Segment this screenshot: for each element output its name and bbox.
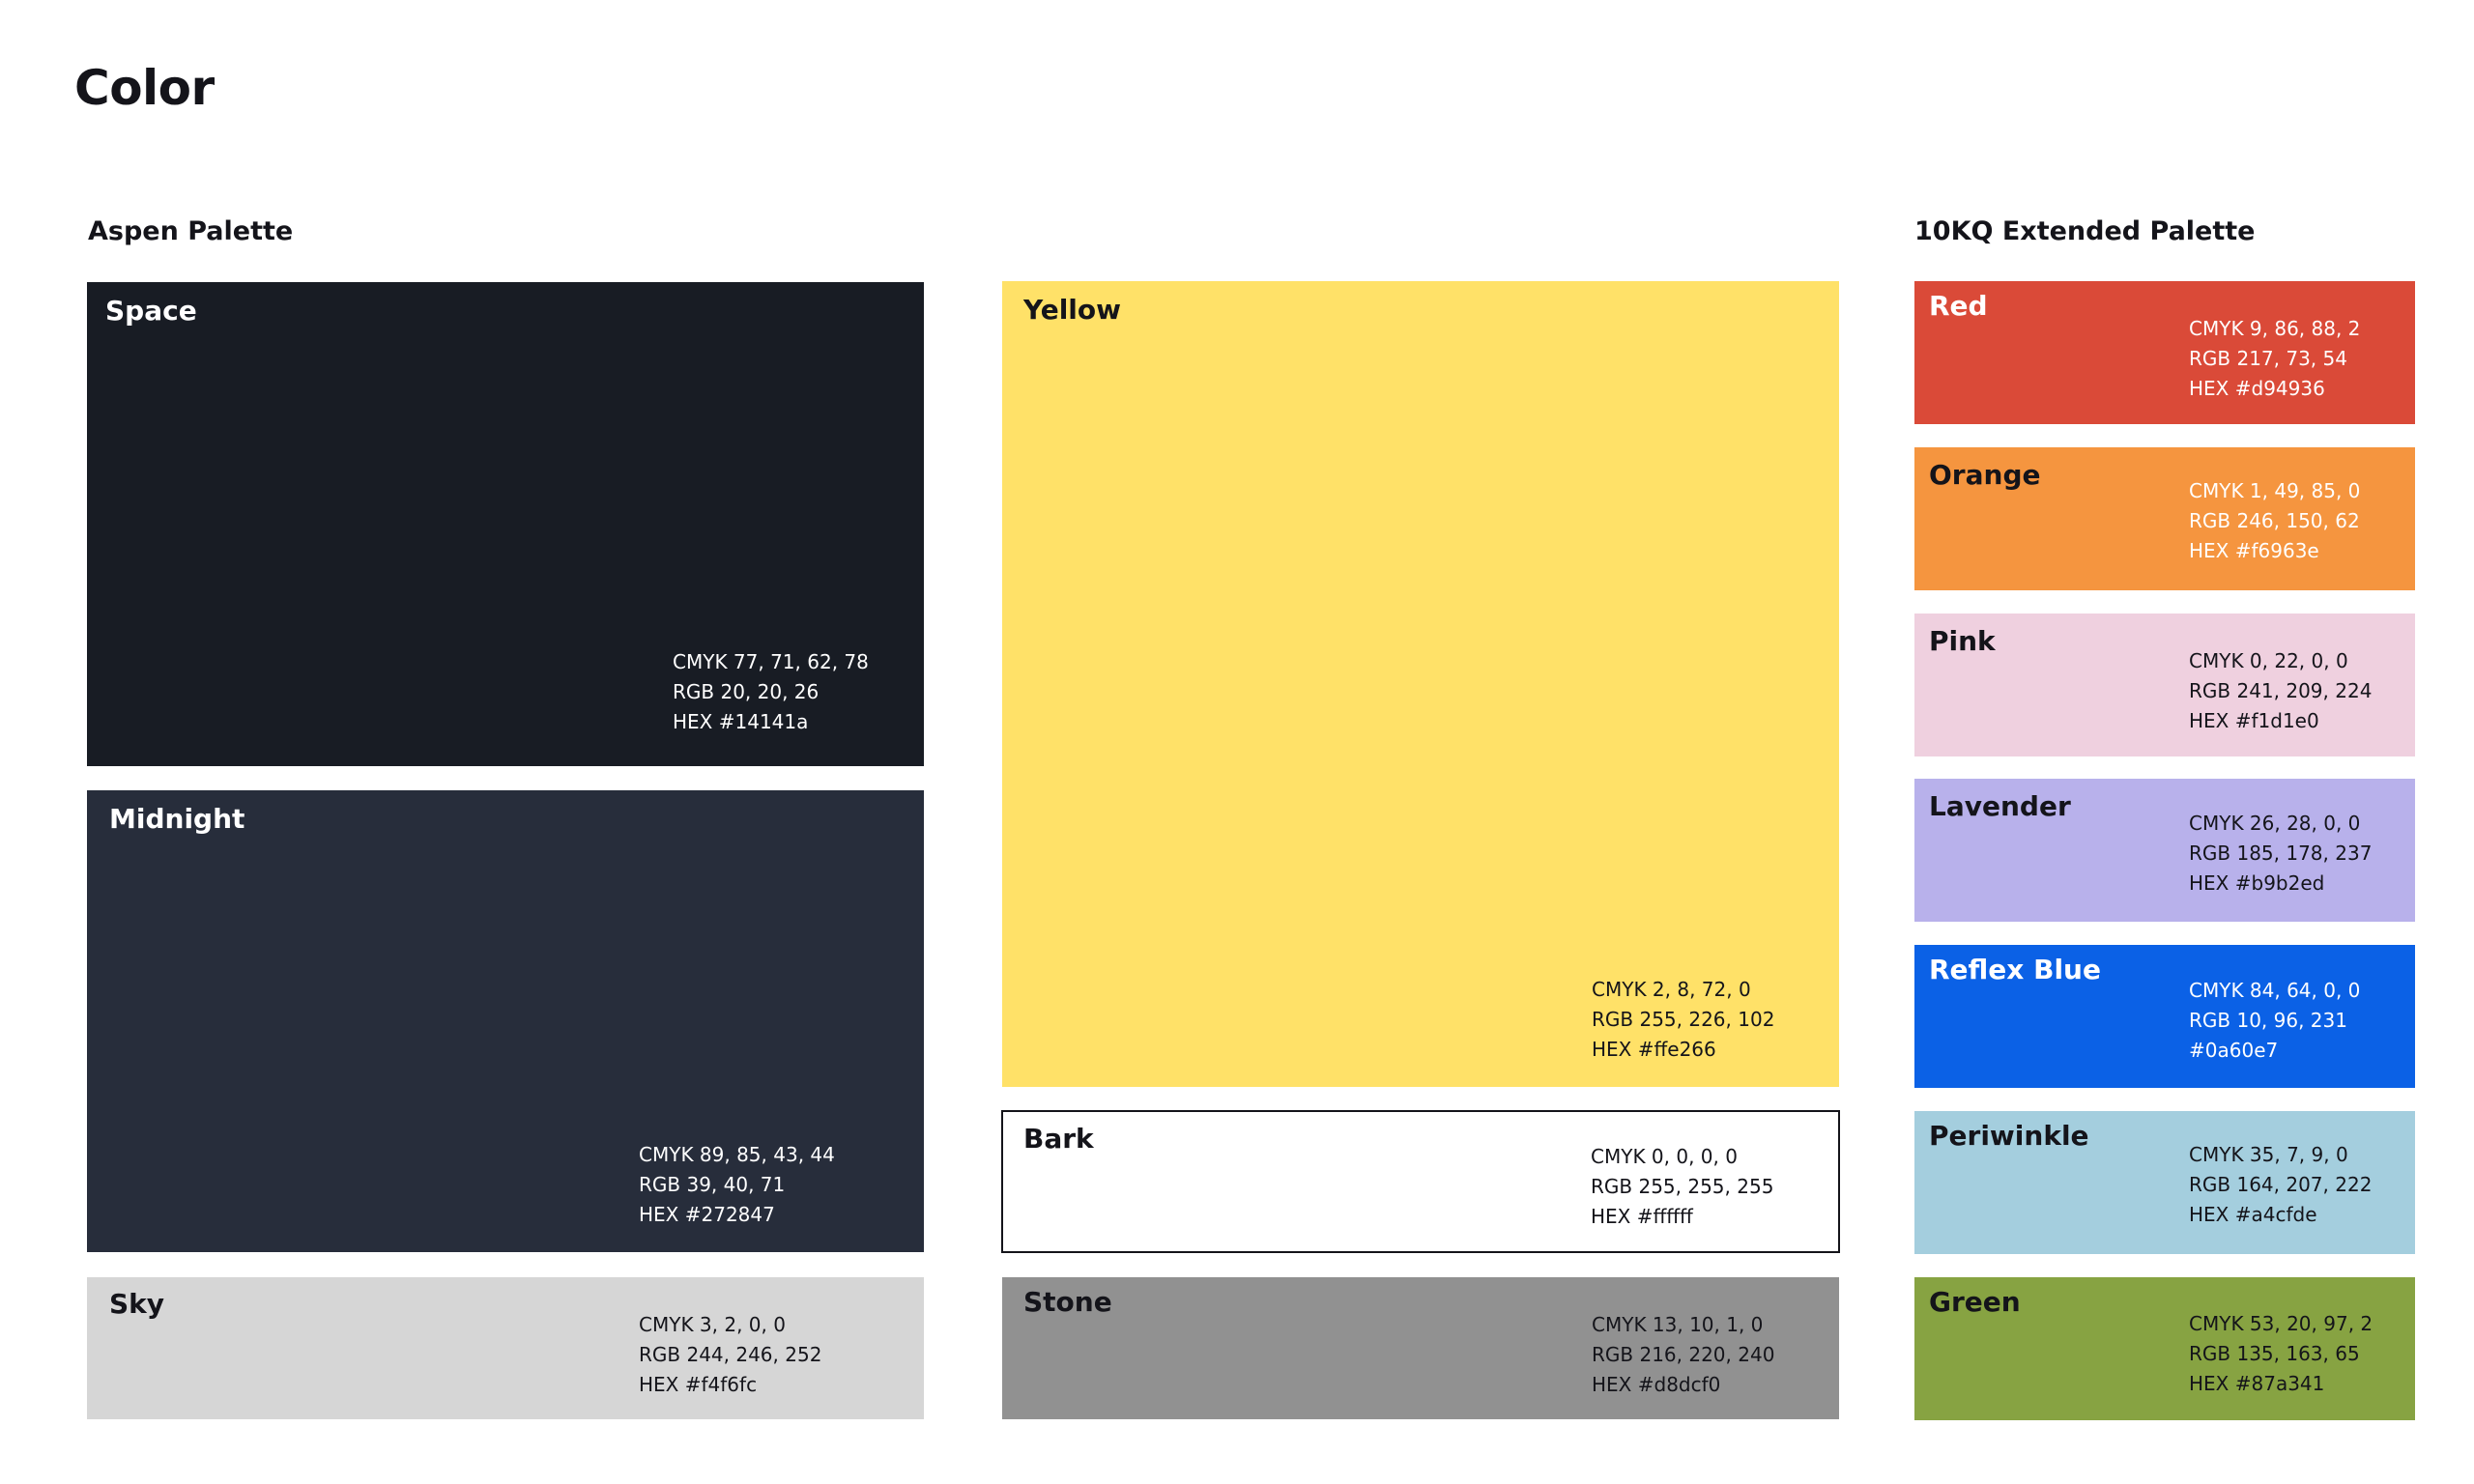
hex-value: HEX #f6963e [2189, 539, 2319, 562]
swatch-sky: Sky CMYK 3, 2, 0, 0 RGB 244, 246, 252 HE… [87, 1277, 924, 1419]
rgb-value: RGB 244, 246, 252 [639, 1343, 822, 1366]
swatch-space: Space CMYK 77, 71, 62, 78 RGB 20, 20, 26… [87, 282, 924, 766]
swatch-name: Pink [1929, 625, 1996, 657]
swatch-yellow: Yellow CMYK 2, 8, 72, 0 RGB 255, 226, 10… [1002, 281, 1839, 1087]
swatch-name: Reflex Blue [1929, 954, 2101, 985]
aspen-palette-title: Aspen Palette [88, 216, 294, 246]
swatch-specs: CMYK 3, 2, 0, 0 RGB 244, 246, 252 HEX #f… [639, 1310, 821, 1400]
hex-value: HEX #ffe266 [1592, 1038, 1716, 1061]
swatch-name: Sky [109, 1288, 165, 1320]
cmyk-value: CMYK 1, 49, 85, 0 [2189, 479, 2361, 502]
cmyk-value: CMYK 77, 71, 62, 78 [673, 650, 869, 673]
rgb-value: RGB 185, 178, 237 [2189, 842, 2373, 865]
rgb-value: RGB 39, 40, 71 [639, 1173, 786, 1196]
swatch-green: Green CMYK 53, 20, 97, 2 RGB 135, 163, 6… [1914, 1277, 2415, 1420]
hex-value: HEX #a4cfde [2189, 1203, 2317, 1226]
rgb-value: RGB 246, 150, 62 [2189, 509, 2360, 532]
rgb-value: RGB 164, 207, 222 [2189, 1173, 2373, 1196]
cmyk-value: CMYK 3, 2, 0, 0 [639, 1313, 786, 1336]
swatch-name: Red [1929, 290, 1988, 322]
swatch-midnight: Midnight CMYK 89, 85, 43, 44 RGB 39, 40,… [87, 790, 924, 1252]
cmyk-value: CMYK 9, 86, 88, 2 [2189, 317, 2361, 340]
cmyk-value: CMYK 13, 10, 1, 0 [1592, 1313, 1764, 1336]
swatch-specs: CMYK 89, 85, 43, 44 RGB 39, 40, 71 HEX #… [639, 1140, 835, 1230]
swatch-red: Red CMYK 9, 86, 88, 2 RGB 217, 73, 54 HE… [1914, 281, 2415, 424]
hex-value: HEX #d94936 [2189, 377, 2325, 400]
cmyk-value: CMYK 0, 0, 0, 0 [1591, 1145, 1738, 1168]
swatch-pink: Pink CMYK 0, 22, 0, 0 RGB 241, 209, 224 … [1914, 614, 2415, 756]
swatch-stone: Stone CMYK 13, 10, 1, 0 RGB 216, 220, 24… [1002, 1277, 1839, 1419]
hex-value: HEX #272847 [639, 1203, 775, 1226]
swatch-name: Orange [1929, 459, 2041, 491]
hex-value: HEX #14141a [673, 710, 809, 733]
cmyk-value: CMYK 26, 28, 0, 0 [2189, 812, 2361, 835]
swatch-name: Yellow [1023, 294, 1121, 326]
rgb-value: RGB 20, 20, 26 [673, 680, 820, 703]
swatch-specs: CMYK 53, 20, 97, 2 RGB 135, 163, 65 HEX … [2189, 1309, 2373, 1399]
rgb-value: RGB 217, 73, 54 [2189, 347, 2347, 370]
swatch-specs: CMYK 0, 0, 0, 0 RGB 255, 255, 255 HEX #f… [1591, 1142, 1773, 1232]
swatch-name: Midnight [109, 803, 245, 835]
cmyk-value: CMYK 84, 64, 0, 0 [2189, 979, 2361, 1002]
swatch-periwinkle: Periwinkle CMYK 35, 7, 9, 0 RGB 164, 207… [1914, 1111, 2415, 1254]
extended-palette-title: 10KQ Extended Palette [1914, 216, 2256, 246]
cmyk-value: CMYK 0, 22, 0, 0 [2189, 649, 2348, 672]
hex-value: HEX #f4f6fc [639, 1373, 758, 1396]
rgb-value: RGB 255, 226, 102 [1592, 1008, 1775, 1031]
swatch-name: Space [105, 295, 197, 327]
swatch-name: Periwinkle [1929, 1120, 2089, 1152]
hex-value: HEX #ffffff [1591, 1205, 1693, 1228]
swatch-specs: CMYK 26, 28, 0, 0 RGB 185, 178, 237 HEX … [2189, 809, 2372, 899]
swatch-orange: Orange CMYK 1, 49, 85, 0 RGB 246, 150, 6… [1914, 447, 2415, 590]
cmyk-value: CMYK 89, 85, 43, 44 [639, 1143, 835, 1166]
swatch-specs: CMYK 0, 22, 0, 0 RGB 241, 209, 224 HEX #… [2189, 646, 2372, 736]
swatch-specs: CMYK 9, 86, 88, 2 RGB 217, 73, 54 HEX #d… [2189, 314, 2360, 404]
hex-value: HEX #87a341 [2189, 1372, 2325, 1395]
swatch-reflex-blue: Reflex Blue CMYK 84, 64, 0, 0 RGB 10, 96… [1914, 945, 2415, 1088]
swatch-specs: CMYK 77, 71, 62, 78 RGB 20, 20, 26 HEX #… [673, 647, 869, 737]
swatch-specs: CMYK 13, 10, 1, 0 RGB 216, 220, 240 HEX … [1592, 1310, 1774, 1400]
swatch-lavender: Lavender CMYK 26, 28, 0, 0 RGB 185, 178,… [1914, 779, 2415, 922]
cmyk-value: CMYK 2, 8, 72, 0 [1592, 978, 1751, 1001]
swatch-specs: CMYK 2, 8, 72, 0 RGB 255, 226, 102 HEX #… [1592, 975, 1774, 1065]
hex-value: HEX #d8dcf0 [1592, 1373, 1721, 1396]
page-title: Color [74, 60, 215, 116]
swatch-name: Bark [1023, 1123, 1094, 1155]
swatch-specs: CMYK 84, 64, 0, 0 RGB 10, 96, 231 #0a60e… [2189, 976, 2360, 1066]
hex-value: #0a60e7 [2189, 1039, 2279, 1062]
rgb-value: RGB 216, 220, 240 [1592, 1343, 1775, 1366]
swatch-specs: CMYK 35, 7, 9, 0 RGB 164, 207, 222 HEX #… [2189, 1140, 2372, 1230]
cmyk-value: CMYK 35, 7, 9, 0 [2189, 1143, 2348, 1166]
hex-value: HEX #f1d1e0 [2189, 709, 2319, 732]
rgb-value: RGB 135, 163, 65 [2189, 1342, 2360, 1365]
swatch-bark: Bark CMYK 0, 0, 0, 0 RGB 255, 255, 255 H… [1001, 1110, 1840, 1253]
swatch-name: Stone [1023, 1286, 1112, 1318]
swatch-specs: CMYK 1, 49, 85, 0 RGB 246, 150, 62 HEX #… [2189, 476, 2360, 566]
rgb-value: RGB 255, 255, 255 [1591, 1175, 1774, 1198]
swatch-name: Green [1929, 1286, 2021, 1318]
hex-value: HEX #b9b2ed [2189, 871, 2325, 895]
rgb-value: RGB 241, 209, 224 [2189, 679, 2373, 702]
swatch-name: Lavender [1929, 790, 2071, 822]
rgb-value: RGB 10, 96, 231 [2189, 1009, 2347, 1032]
cmyk-value: CMYK 53, 20, 97, 2 [2189, 1312, 2373, 1335]
